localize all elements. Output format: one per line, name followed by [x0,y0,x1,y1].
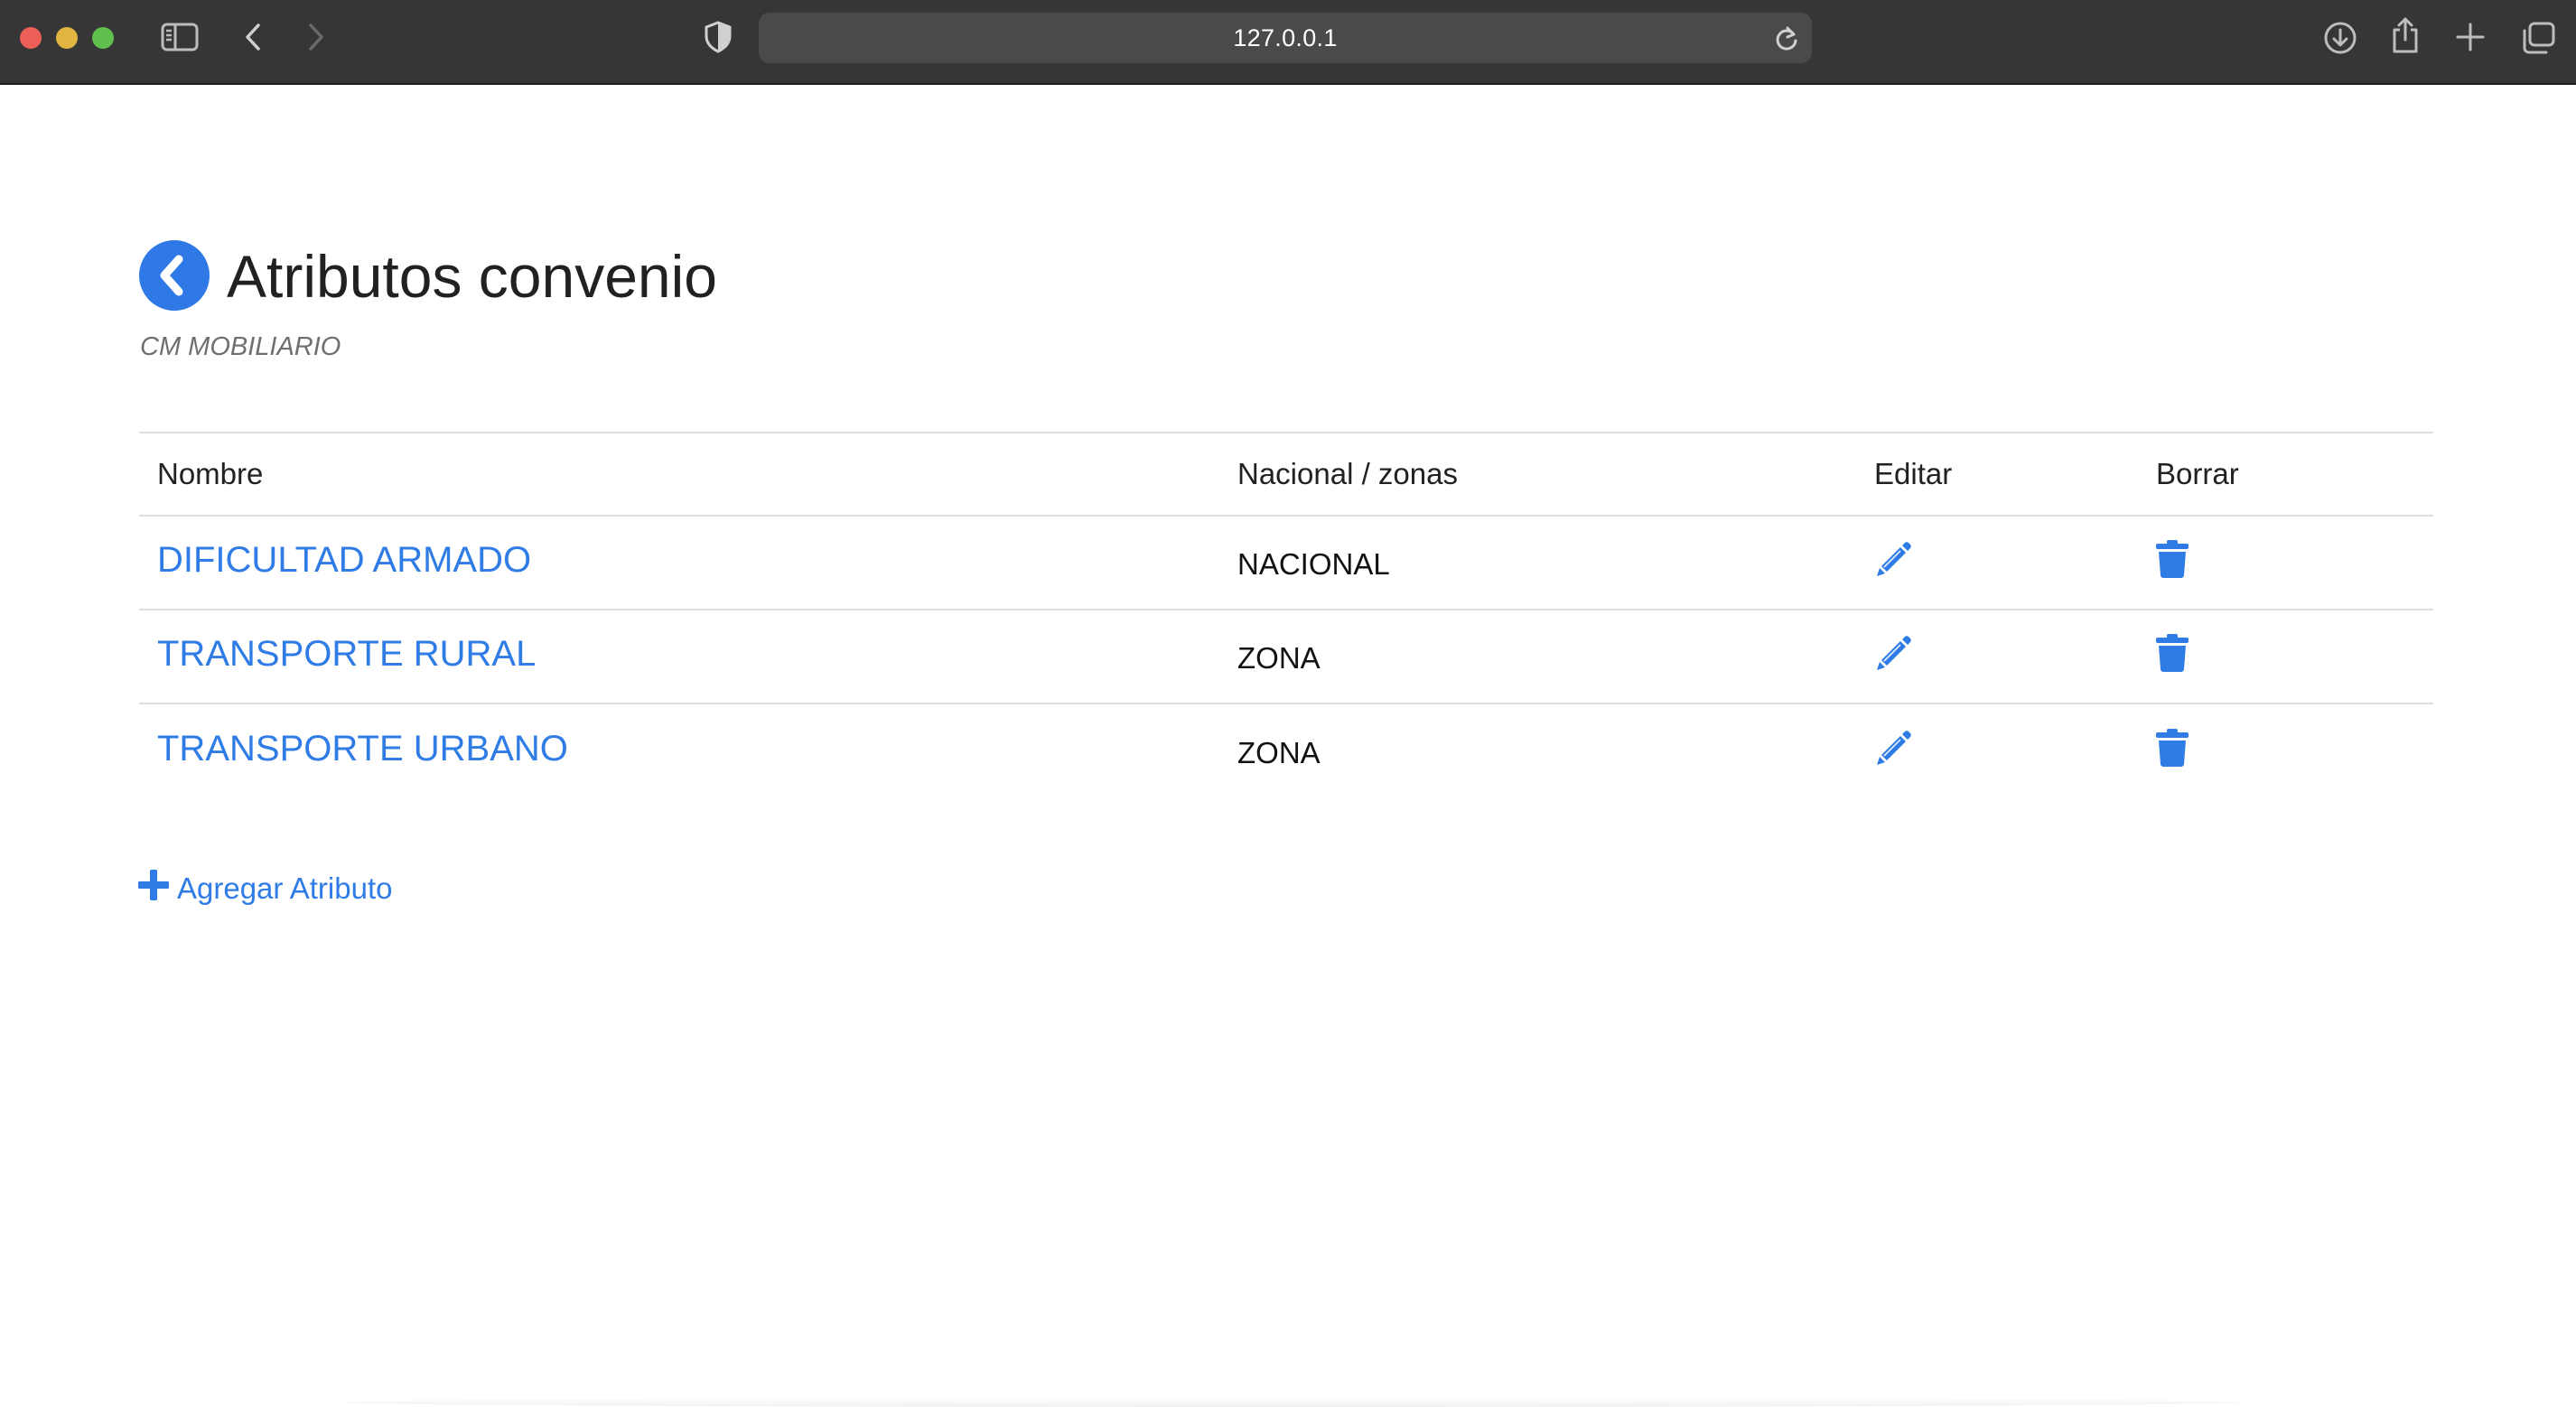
download-icon[interactable] [2323,21,2357,55]
column-header-delete: Borrar [2156,457,2239,490]
attributes-table: Nombre Nacional / zonas Editar Borrar DI… [139,432,2433,798]
sidebar-icon[interactable] [161,23,199,51]
zoom-window-button[interactable] [92,27,114,49]
tab-overview-icon[interactable] [2520,21,2556,55]
plus-icon [137,869,170,908]
table-row: TRANSPORTE RURAL ZONA [139,610,2433,704]
chevron-right-icon[interactable] [303,22,329,52]
address-bar[interactable]: 127.0.0.1 [759,13,1812,63]
page-subtitle: CM MOBILIARIO [140,332,341,361]
column-header-name: Nombre [157,457,264,490]
page-title: Atributos convenio [227,243,717,310]
table-header-row: Nombre Nacional / zonas Editar Borrar [139,433,2433,517]
trash-icon[interactable] [2156,539,2189,579]
attribute-name-link[interactable]: TRANSPORTE URBANO [157,729,568,769]
plus-icon[interactable] [2455,22,2486,52]
attribute-zone: ZONA [1237,641,1321,675]
page-content: Atributos convenio CM MOBILIARIO Nombre … [0,87,2576,1407]
browser-toolbar: 127.0.0.1 [0,0,2576,85]
pencil-icon[interactable] [1874,539,1914,579]
reload-icon[interactable] [1774,25,1799,52]
close-window-button[interactable] [20,27,42,49]
add-attribute-button[interactable]: Agregar Atributo [137,869,392,908]
page-bottom-shadow [343,1398,2240,1407]
column-header-zone: Nacional / zonas [1237,457,1458,490]
attribute-zone: NACIONAL [1237,547,1390,581]
trash-icon[interactable] [2156,728,2189,768]
chevron-left-icon [160,255,183,296]
share-icon[interactable] [2390,16,2421,54]
minimize-window-button[interactable] [56,27,78,49]
back-button[interactable] [139,240,210,311]
attribute-name-link[interactable]: TRANSPORTE RURAL [157,634,536,675]
pencil-icon[interactable] [1874,728,1914,768]
trash-icon[interactable] [2156,633,2189,673]
table-row: TRANSPORTE URBANO ZONA [139,704,2433,798]
attribute-name-link[interactable]: DIFICULTAD ARMADO [157,540,531,581]
shield-icon[interactable] [704,21,733,53]
add-attribute-label: Agregar Atributo [177,871,393,905]
url-text: 127.0.0.1 [1233,24,1338,51]
column-header-edit: Editar [1874,457,1953,490]
table-row: DIFICULTAD ARMADO NACIONAL [139,517,2433,610]
pencil-icon[interactable] [1874,633,1914,673]
attribute-zone: ZONA [1237,736,1321,769]
chevron-left-icon[interactable] [240,22,266,52]
